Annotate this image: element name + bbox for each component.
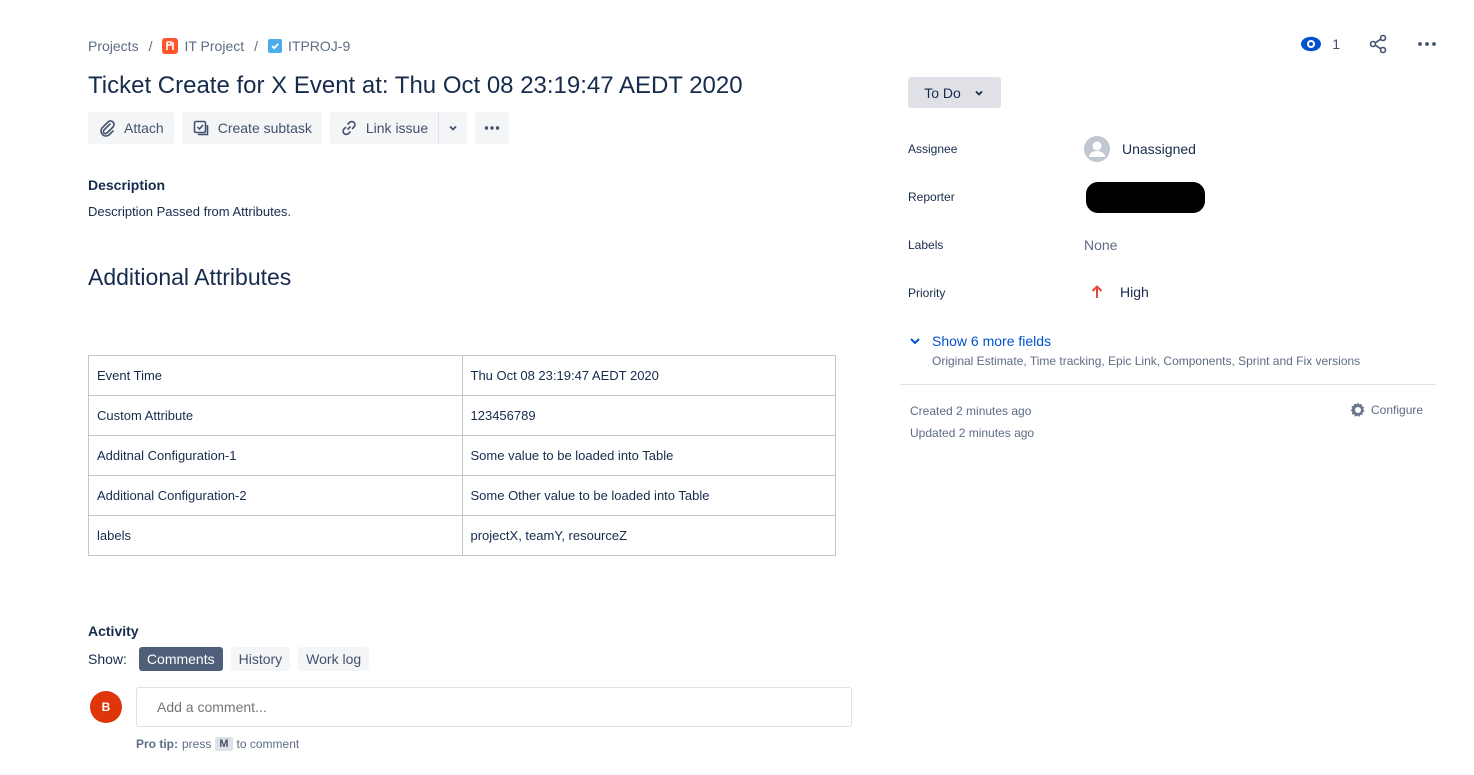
reporter-redacted — [1086, 182, 1205, 213]
table-row: labels projectX, teamY, resourceZ — [88, 515, 836, 556]
show-more-label: Show 6 more fields — [932, 333, 1052, 349]
description-heading: Description — [88, 177, 166, 193]
watch-button[interactable]: 1 — [1300, 36, 1340, 52]
table-cell-key: Custom Attribute — [88, 395, 463, 436]
task-icon — [268, 39, 283, 53]
pro-tip-label: Pro tip: — [136, 737, 178, 751]
pro-tip: Pro tip: press M to comment — [136, 737, 299, 751]
labels-field[interactable]: None — [1084, 237, 1117, 253]
table-cell-key: Event Time — [88, 355, 463, 396]
tab-work-log[interactable]: Work log — [298, 647, 370, 671]
create-subtask-button[interactable]: Create subtask — [181, 112, 322, 144]
activity-heading: Activity — [88, 623, 139, 639]
shortcut-key: M — [215, 737, 233, 751]
attach-label: Attach — [124, 120, 164, 136]
share-icon[interactable] — [1368, 34, 1388, 54]
pro-tip-suffix: to comment — [236, 737, 300, 751]
additional-attributes-heading: Additional Attributes — [88, 264, 292, 290]
create-subtask-label: Create subtask — [217, 120, 312, 136]
labels-label: Labels — [908, 238, 944, 252]
watchers-count: 1 — [1332, 36, 1340, 52]
breadcrumb-project-label: IT Project — [184, 38, 245, 54]
header-actions: 1 — [1300, 34, 1438, 54]
comment-input[interactable] — [136, 687, 852, 727]
assignee-label: Assignee — [908, 142, 958, 156]
breadcrumb-project[interactable]: IT Project — [162, 38, 244, 54]
link-issue-group: Link issue — [329, 112, 468, 144]
updated-time: Updated 2 minutes ago — [910, 426, 1035, 440]
paperclip-icon — [100, 120, 115, 137]
attach-button[interactable]: Attach — [88, 112, 174, 144]
tab-comments[interactable]: Comments — [138, 647, 223, 671]
chevron-down-icon — [449, 125, 457, 131]
link-issue-button[interactable]: Link issue — [329, 112, 439, 144]
table-row: Custom Attribute 123456789 — [88, 395, 836, 436]
more-icon[interactable] — [1416, 34, 1438, 54]
activity-filter: Show: Comments History Work log — [88, 647, 370, 671]
priority-value: High — [1120, 284, 1149, 300]
more-actions-button[interactable] — [475, 112, 510, 144]
tab-history[interactable]: History — [230, 647, 291, 671]
pro-tip-press: press — [182, 737, 212, 751]
table-row: Additnal Configuration-1 Some value to b… — [88, 435, 836, 476]
gear-icon — [1350, 402, 1365, 417]
status-label: To Do — [924, 84, 961, 101]
issue-title[interactable]: Ticket Create for X Event at: Thu Oct 08… — [88, 72, 743, 100]
priority-label: Priority — [908, 286, 946, 300]
table-cell-value: projectX, teamY, resourceZ — [461, 515, 836, 556]
link-icon — [342, 120, 356, 136]
assignee-field[interactable]: Unassigned — [1084, 136, 1196, 162]
show-label: Show: — [88, 651, 127, 667]
table-cell-value: Thu Oct 08 23:19:47 AEDT 2020 — [461, 355, 836, 396]
avatar: B — [90, 691, 122, 723]
assignee-value: Unassigned — [1122, 141, 1196, 157]
chevron-down-icon — [910, 338, 920, 345]
breadcrumb-issue-key: ITPROJ-9 — [288, 38, 351, 54]
eye-icon — [1301, 36, 1322, 52]
link-issue-label: Link issue — [365, 120, 429, 136]
breadcrumb-issue[interactable]: ITPROJ-9 — [268, 38, 350, 54]
table-row: Additional Configuration-2 Some Other va… — [88, 475, 836, 516]
status-dropdown[interactable]: To Do — [908, 77, 1001, 108]
priority-high-icon — [1091, 285, 1103, 298]
user-avatar-icon — [1084, 136, 1110, 162]
priority-field[interactable]: High — [1090, 284, 1149, 300]
subtask-icon — [193, 120, 209, 136]
attributes-table: Event Time Thu Oct 08 23:19:47 AEDT 2020… — [88, 355, 836, 556]
reporter-field[interactable] — [1086, 182, 1205, 213]
chevron-down-icon — [975, 90, 983, 96]
breadcrumb-separator: / — [148, 38, 153, 54]
more-icon — [484, 126, 500, 130]
table-cell-key: labels — [88, 515, 463, 556]
breadcrumb-separator: / — [254, 38, 259, 54]
divider — [900, 384, 1436, 385]
table-cell-value: Some Other value to be loaded into Table — [461, 475, 836, 516]
show-more-fields[interactable]: Show 6 more fields — [908, 333, 1051, 349]
table-cell-value: Some value to be loaded into Table — [461, 435, 836, 476]
configure-button[interactable]: Configure — [1349, 401, 1423, 419]
created-time: Created 2 minutes ago — [910, 404, 1032, 418]
table-cell-key: Additional Configuration-2 — [88, 475, 463, 516]
table-cell-value: 123456789 — [461, 395, 836, 436]
issue-toolbar: Attach Create subtask Link issue — [88, 112, 510, 144]
description-text[interactable]: Description Passed from Attributes. — [88, 204, 291, 219]
table-cell-key: Additnal Configuration-1 — [88, 435, 463, 476]
breadcrumb-projects[interactable]: Projects — [88, 38, 139, 54]
project-icon — [162, 38, 179, 54]
more-fields-list: Original Estimate, Time tracking, Epic L… — [932, 354, 1361, 368]
breadcrumb: Projects / IT Project / ITPROJ-9 — [88, 38, 350, 54]
link-issue-dropdown[interactable] — [438, 112, 468, 144]
table-row: Event Time Thu Oct 08 23:19:47 AEDT 2020 — [88, 355, 836, 396]
reporter-label: Reporter — [908, 190, 955, 204]
labels-value: None — [1084, 237, 1118, 253]
configure-label: Configure — [1371, 403, 1424, 417]
